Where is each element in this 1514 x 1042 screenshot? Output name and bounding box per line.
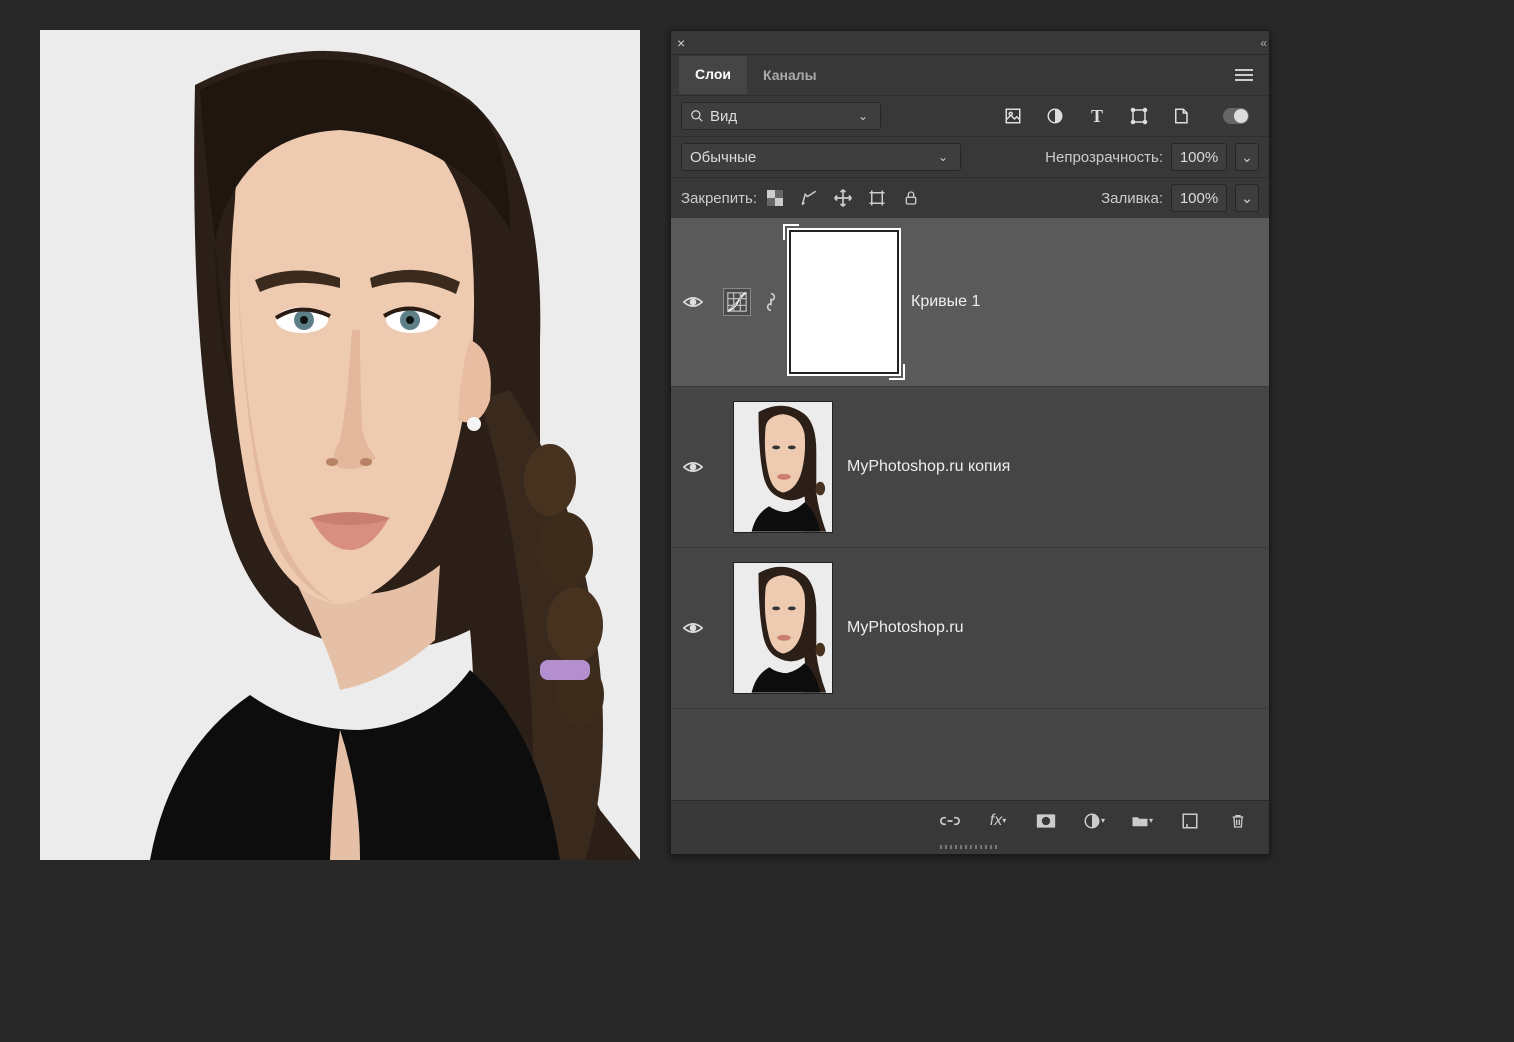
visibility-toggle[interactable]	[677, 460, 709, 474]
layer-mask-thumbnail[interactable]	[791, 232, 897, 372]
panel-tabs: Слои Каналы	[671, 55, 1269, 95]
close-icon[interactable]: ×	[677, 35, 685, 51]
layer-name: MyPhotoshop.ru	[847, 619, 964, 637]
lock-position-icon[interactable]	[833, 188, 853, 208]
collapse-icon[interactable]: «	[1260, 36, 1263, 50]
fill-input[interactable]: 100%	[1171, 184, 1227, 212]
filter-row: Вид ⌄ T	[671, 95, 1269, 136]
link-mask-icon[interactable]	[765, 292, 777, 312]
chevron-down-icon: ⌄	[854, 109, 872, 123]
filter-toggle[interactable]	[1223, 108, 1249, 124]
lock-artboard-icon[interactable]	[867, 188, 887, 208]
fill-chevron[interactable]: ⌄	[1235, 184, 1259, 212]
panel-menu-icon[interactable]	[1227, 60, 1261, 90]
layer-filter-dropdown[interactable]: Вид ⌄	[681, 102, 881, 130]
eye-icon	[683, 460, 703, 474]
lock-all-icon[interactable]	[901, 188, 921, 208]
opacity-input[interactable]: 100%	[1171, 143, 1227, 171]
add-mask-icon[interactable]	[1035, 810, 1057, 832]
blend-mode-value: Обычные	[690, 149, 756, 166]
opacity-label: Непрозрачность:	[1045, 149, 1163, 166]
eye-icon	[683, 295, 703, 309]
filter-adjustment-icon[interactable]	[1045, 106, 1065, 126]
new-group-icon[interactable]: ▾	[1131, 810, 1153, 832]
canvas[interactable]	[40, 30, 640, 860]
layer-row-image[interactable]: MyPhotoshop.ru	[671, 548, 1269, 709]
portrait-image	[40, 30, 640, 860]
add-adjustment-icon[interactable]: ▾	[1083, 810, 1105, 832]
blend-mode-dropdown[interactable]: Обычные ⌄	[681, 143, 961, 171]
fill-label: Заливка:	[1101, 190, 1163, 207]
link-layers-icon[interactable]	[939, 810, 961, 832]
visibility-toggle[interactable]	[677, 621, 709, 635]
eye-icon	[683, 621, 703, 635]
lock-transparency-icon[interactable]	[765, 188, 785, 208]
filter-shape-icon[interactable]	[1129, 106, 1149, 126]
filter-type-icon[interactable]: T	[1087, 106, 1107, 126]
layers-bottom-bar: fx▾ ▾ ▾	[671, 800, 1269, 840]
lock-pixels-icon[interactable]	[799, 188, 819, 208]
trash-icon[interactable]	[1227, 810, 1249, 832]
layer-name: MyPhotoshop.ru копия	[847, 458, 1010, 476]
filter-smartobject-icon[interactable]	[1171, 106, 1191, 126]
tab-layers[interactable]: Слои	[679, 56, 747, 94]
filter-pixel-icon[interactable]	[1003, 106, 1023, 126]
layers-panel: × « Слои Каналы Вид ⌄ T	[670, 30, 1270, 855]
opacity-chevron[interactable]: ⌄	[1235, 143, 1259, 171]
lock-label: Закрепить:	[681, 190, 757, 207]
layer-name: Кривые 1	[911, 293, 980, 311]
search-icon	[690, 109, 704, 123]
lock-row: Закрепить: Заливка: 100% ⌄	[671, 177, 1269, 218]
blend-row: Обычные ⌄ Непрозрачность: 100% ⌄	[671, 136, 1269, 177]
visibility-toggle[interactable]	[677, 295, 709, 309]
tab-channels[interactable]: Каналы	[747, 57, 833, 93]
filter-kind-label: Вид	[710, 108, 737, 125]
panel-resize-grip[interactable]	[671, 840, 1269, 854]
layers-list: Кривые 1 MyPhotoshop.ru копия MyPhotos	[671, 218, 1269, 800]
new-layer-icon[interactable]	[1179, 810, 1201, 832]
layer-row-image-copy[interactable]: MyPhotoshop.ru копия	[671, 387, 1269, 548]
panel-topbar: × «	[671, 31, 1269, 55]
layer-row-curves[interactable]: Кривые 1	[671, 218, 1269, 387]
curves-adjustment-icon[interactable]	[723, 288, 751, 316]
layer-thumbnail[interactable]	[733, 562, 833, 694]
layer-thumbnail[interactable]	[733, 401, 833, 533]
fx-icon[interactable]: fx▾	[987, 810, 1009, 832]
chevron-down-icon: ⌄	[934, 150, 952, 164]
